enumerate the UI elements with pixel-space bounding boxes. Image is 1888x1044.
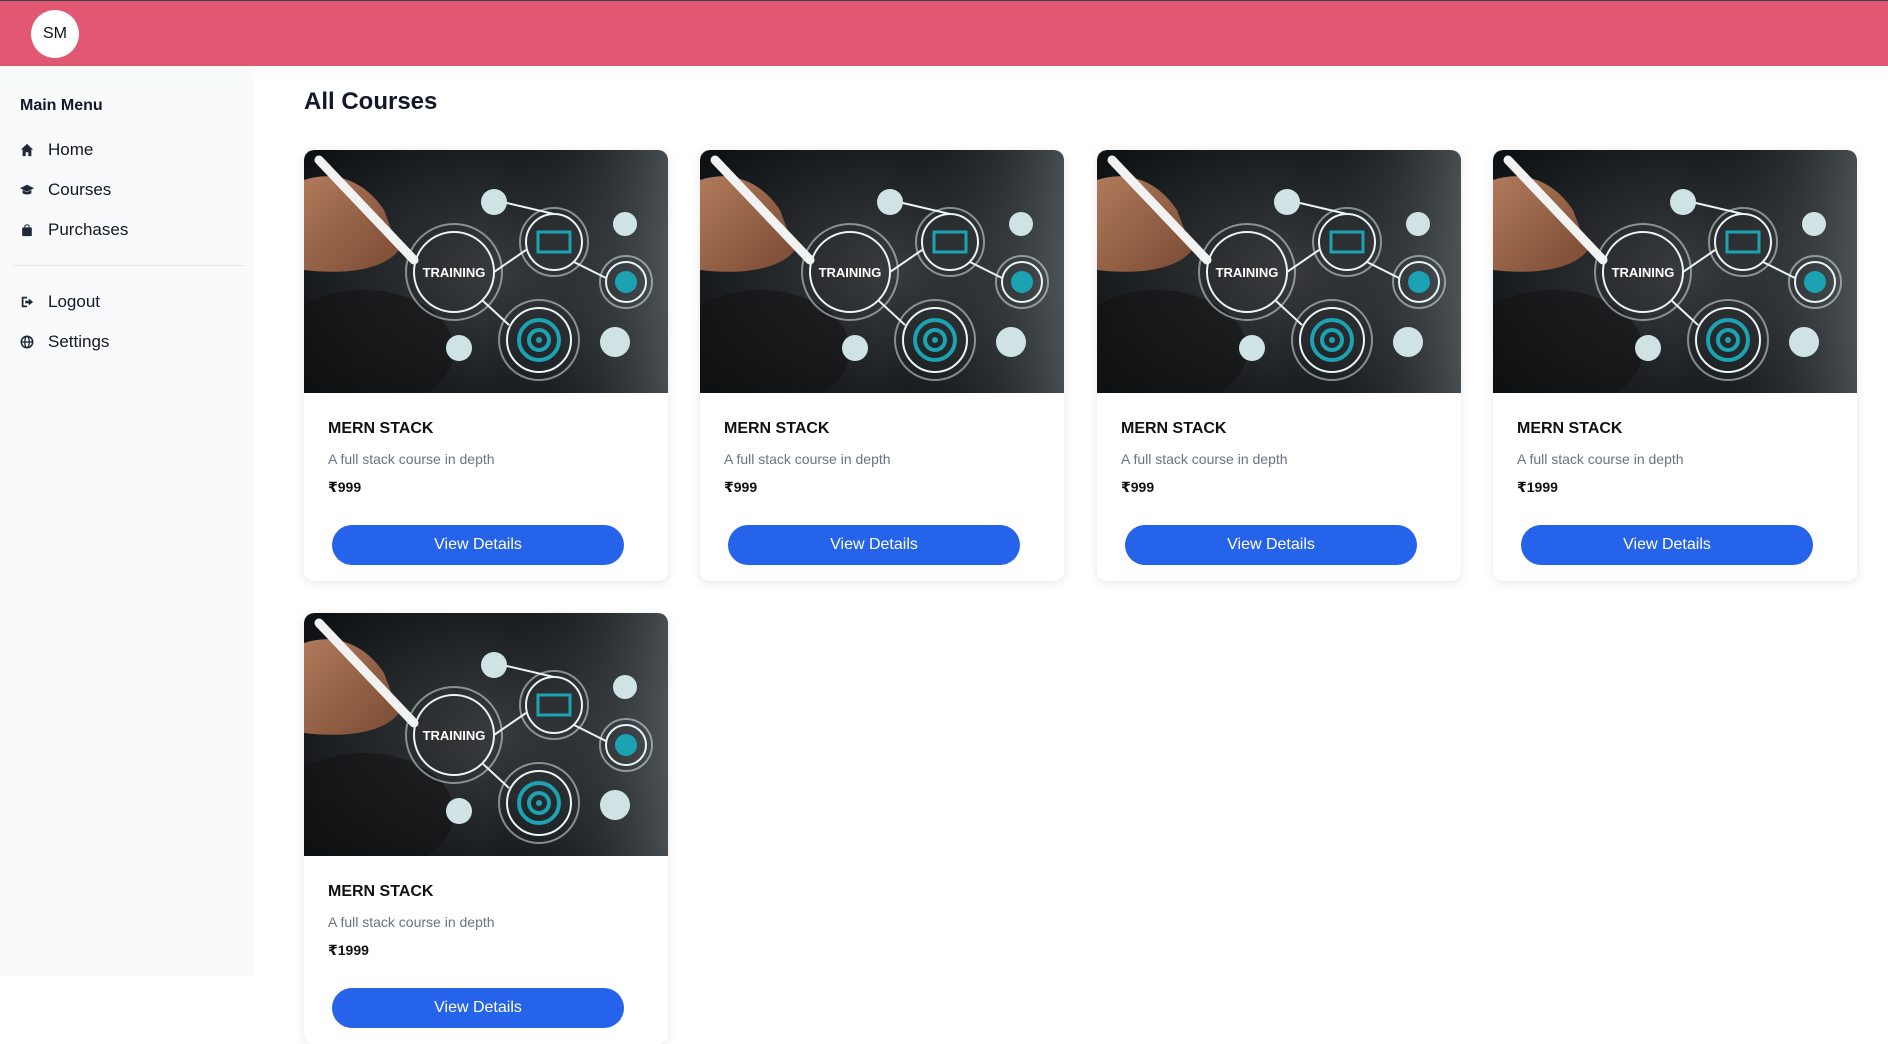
sidebar-item-home[interactable]: Home <box>20 138 93 162</box>
course-description: A full stack course in depth <box>724 451 891 467</box>
course-title: MERN STACK <box>1517 420 1623 437</box>
home-icon <box>20 143 34 157</box>
course-description: A full stack course in depth <box>328 914 495 930</box>
course-card: TRAINING MERN STACK A full stack course … <box>304 613 668 1044</box>
view-details-button[interactable]: View Details <box>1521 525 1813 565</box>
course-thumbnail: TRAINING <box>304 613 668 856</box>
sidebar-item-purchases[interactable]: Purchases <box>20 218 128 242</box>
sidebar-divider <box>13 265 245 266</box>
sidebar-item-courses[interactable]: Courses <box>20 178 111 202</box>
sidebar-item-logout[interactable]: Logout <box>20 290 100 314</box>
course-card: TRAINING MERN STACK A full stack course … <box>1493 150 1857 581</box>
shopping-bag-icon <box>22 224 32 237</box>
view-details-button[interactable]: View Details <box>1125 525 1417 565</box>
course-thumbnail: TRAINING <box>1097 150 1461 393</box>
course-thumbnail: TRAINING <box>1493 150 1857 393</box>
view-details-button[interactable]: View Details <box>728 525 1020 565</box>
course-thumbnail-image: TRAINING <box>700 150 1064 393</box>
course-price: ₹999 <box>328 479 362 495</box>
course-thumbnail: TRAINING <box>700 150 1064 393</box>
course-description: A full stack course in depth <box>328 451 495 467</box>
thumbnail-caption: TRAINING <box>423 728 486 743</box>
view-details-button[interactable]: View Details <box>332 988 624 1028</box>
thumbnail-caption: TRAINING <box>423 265 486 280</box>
top-header: SM <box>0 0 1888 66</box>
sidebar-title: Main Menu <box>20 97 103 114</box>
globe-icon <box>20 335 34 349</box>
sidebar-item-label: Settings <box>48 332 110 351</box>
thumbnail-caption: TRAINING <box>1216 265 1279 280</box>
course-price: ₹999 <box>724 479 758 495</box>
course-price: ₹1999 <box>1517 479 1558 495</box>
course-thumbnail-image: TRAINING <box>304 150 668 393</box>
thumbnail-caption: TRAINING <box>1612 265 1675 280</box>
graduation-cap-icon <box>20 184 34 195</box>
page-title: All Courses <box>304 88 438 115</box>
view-details-button[interactable]: View Details <box>332 525 624 565</box>
course-card: TRAINING MERN STACK A full stack course … <box>304 150 668 581</box>
course-title: MERN STACK <box>328 420 434 437</box>
user-avatar[interactable]: SM <box>31 10 79 58</box>
thumbnail-caption: TRAINING <box>819 265 882 280</box>
course-title: MERN STACK <box>724 420 830 437</box>
course-card: TRAINING MERN STACK A full stack course … <box>1097 150 1461 581</box>
course-title: MERN STACK <box>1121 420 1227 437</box>
course-price: ₹999 <box>1121 479 1155 495</box>
course-thumbnail-image: TRAINING <box>304 613 668 856</box>
sidebar: Main Menu Home Courses Purchases Logout … <box>0 66 255 976</box>
sidebar-item-label: Home <box>48 140 94 159</box>
course-title: MERN STACK <box>328 883 434 900</box>
course-description: A full stack course in depth <box>1517 451 1684 467</box>
course-price: ₹1999 <box>328 942 369 958</box>
course-thumbnail: TRAINING <box>304 150 668 393</box>
course-thumbnail-image: TRAINING <box>1493 150 1857 393</box>
sidebar-item-label: Courses <box>48 180 112 199</box>
sidebar-item-label: Purchases <box>48 220 129 239</box>
course-thumbnail-image: TRAINING <box>1097 150 1461 393</box>
course-card: TRAINING MERN STACK A full stack course … <box>700 150 1064 581</box>
course-description: A full stack course in depth <box>1121 451 1288 467</box>
logout-icon <box>21 296 34 308</box>
sidebar-item-settings[interactable]: Settings <box>20 330 109 354</box>
sidebar-item-label: Logout <box>48 292 100 311</box>
